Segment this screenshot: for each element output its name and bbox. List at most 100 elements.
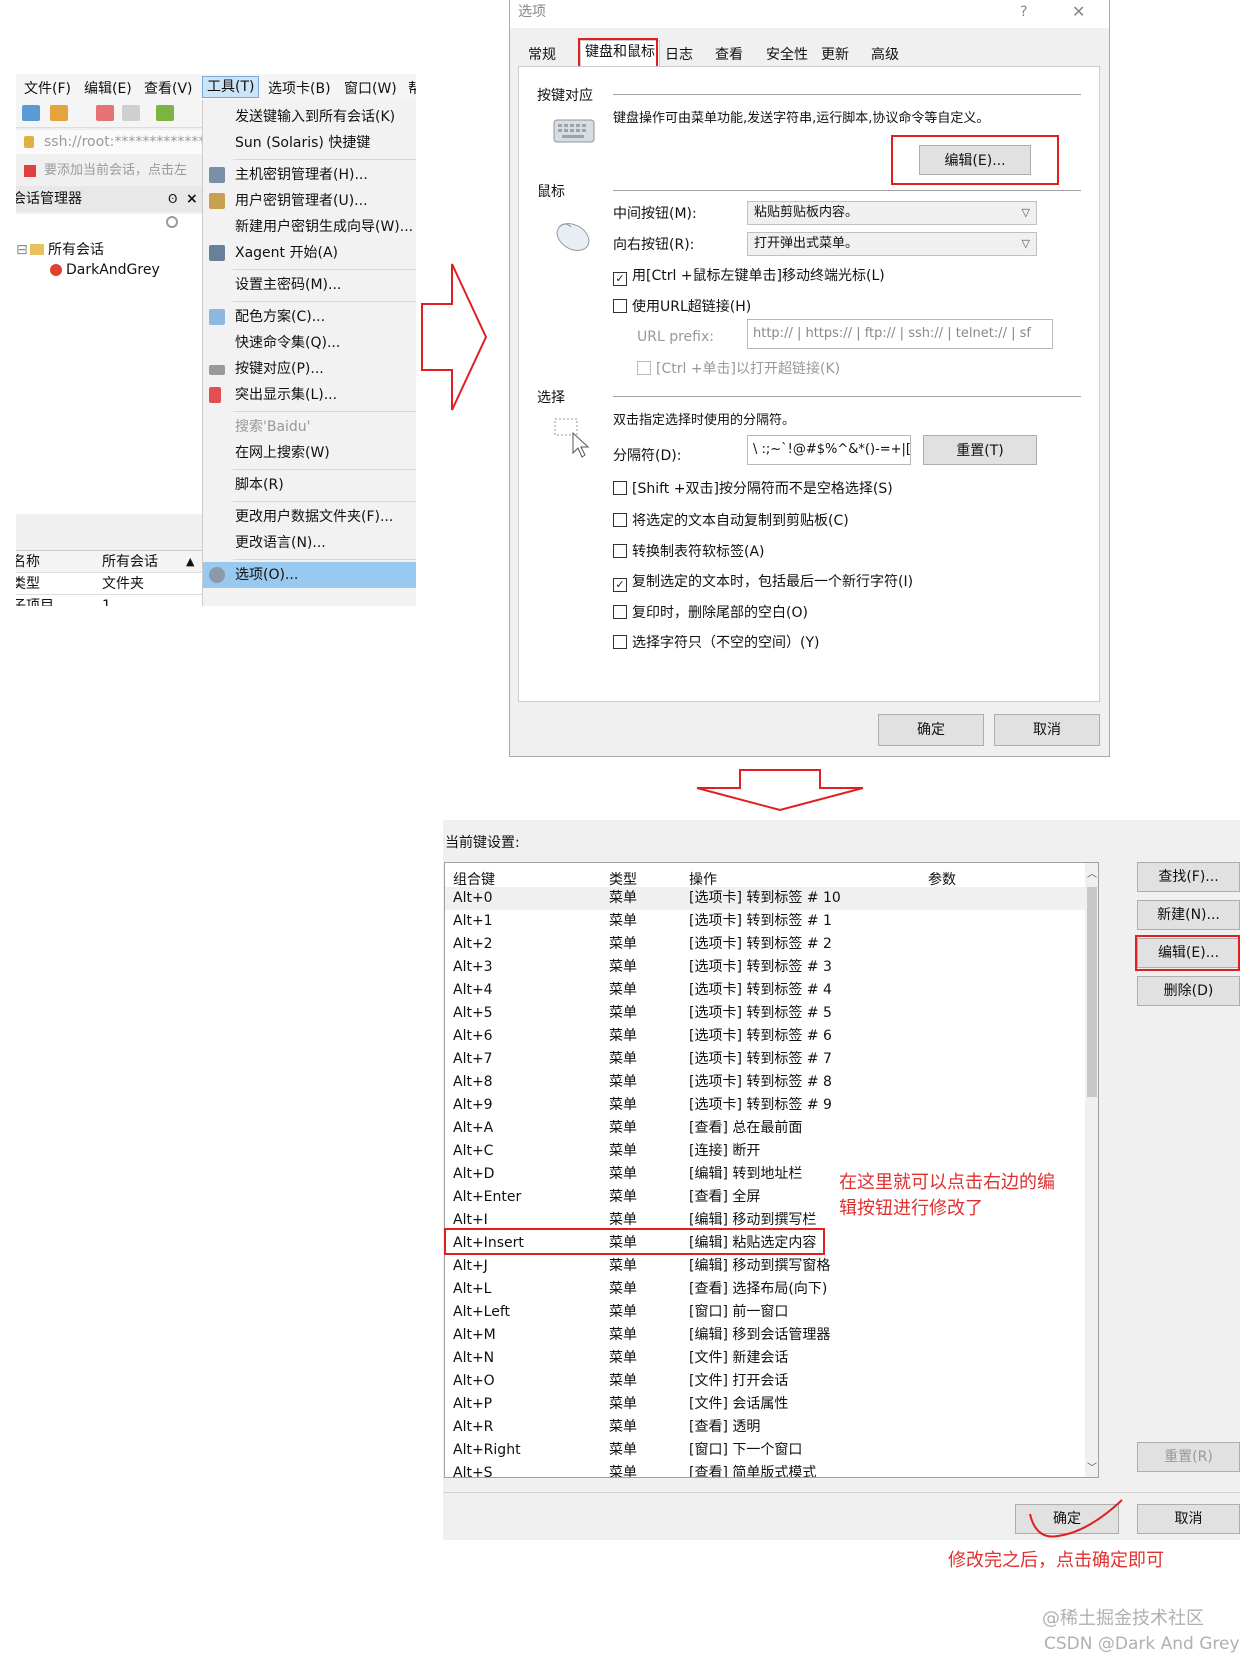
column-header-params[interactable]: 参数: [928, 869, 956, 889]
delimiter-input[interactable]: \ :;~`!@#$%^&*()-=+|[]{}: [747, 435, 911, 465]
middle-button-select[interactable]: 粘贴剪贴板内容。 ▽: [747, 201, 1037, 225]
table-row[interactable]: Alt+9 菜单 [选项卡] 转到标签 # 9: [445, 1094, 1085, 1117]
row-action: [选项卡] 转到标签 # 6: [689, 1028, 832, 1044]
menu-item-user-keys[interactable]: 用户密钥管理者(U)...: [203, 188, 416, 214]
menu-window[interactable]: 窗口(W): [344, 78, 397, 98]
menu-item-host-keys[interactable]: 主机密钥管理者(H)...: [203, 162, 416, 188]
search-icon[interactable]: [166, 216, 178, 228]
table-row[interactable]: Alt+L 菜单 [查看] 选择布局(向下): [445, 1278, 1085, 1301]
scroll-down-icon[interactable]: ﹀: [1087, 1459, 1097, 1474]
table-row[interactable]: Alt+0 菜单 [选项卡] 转到标签 # 10: [445, 887, 1085, 910]
menu-edit[interactable]: 编辑(E): [84, 78, 132, 98]
menu-view[interactable]: 查看(V): [144, 78, 193, 98]
delete-button[interactable]: 删除(D): [1137, 976, 1240, 1006]
tab-general[interactable]: 常规: [524, 44, 560, 66]
table-row[interactable]: Alt+1 菜单 [选项卡] 转到标签 # 1: [445, 910, 1085, 933]
new-session-icon[interactable]: [22, 105, 40, 121]
menu-item-xagent[interactable]: Xagent 开始(A): [203, 240, 416, 266]
ctrl-click-checkbox[interactable]: ✓ 用[Ctrl +鼠标左键单击]移动终端光标(L): [613, 268, 885, 286]
close-icon[interactable]: ×: [186, 186, 198, 212]
table-row[interactable]: Alt+6 菜单 [选项卡] 转到标签 # 6: [445, 1025, 1085, 1048]
auto-copy-checkbox[interactable]: 将选定的文本自动复制到剪贴板(C): [613, 513, 849, 529]
menu-item-script[interactable]: 脚本(R): [203, 472, 416, 498]
include-newline-checkbox[interactable]: ✓ 复制选定的文本时，包括最后一个新行字符(I): [613, 574, 913, 592]
new-button[interactable]: 新建(N)...: [1137, 900, 1240, 930]
table-row[interactable]: Alt+3 菜单 [选项卡] 转到标签 # 3: [445, 956, 1085, 979]
address-bar[interactable]: ssh://root:**************: [16, 130, 202, 154]
menu-item-user-data-folder[interactable]: 更改用户数据文件夹(F)...: [203, 504, 416, 530]
menu-item-key-wizard[interactable]: 新建用户密钥生成向导(W)...: [203, 214, 416, 240]
help-button[interactable]: ?: [1020, 0, 1027, 24]
table-row[interactable]: Alt+J 菜单 [编辑] 移动到撰写窗格: [445, 1255, 1085, 1278]
disconnect-icon[interactable]: [122, 105, 140, 121]
table-row[interactable]: Alt+S 菜单 [查看] 简单版式模式: [445, 1462, 1085, 1477]
cancel-button[interactable]: 取消: [994, 714, 1100, 746]
menu-item-web-search[interactable]: 在网上搜索(W): [203, 440, 416, 466]
close-button[interactable]: ✕: [1072, 0, 1085, 24]
delimiter-reset-button[interactable]: 重置(T): [923, 435, 1037, 465]
menu-item-color-scheme[interactable]: 配色方案(C)...: [203, 304, 416, 330]
menu-help[interactable]: 帮: [408, 78, 416, 98]
row-type: 菜单: [609, 1143, 637, 1159]
menu-item-master-password[interactable]: 设置主密码(M)...: [203, 272, 416, 298]
ok-button[interactable]: 确定: [878, 714, 984, 746]
table-row[interactable]: Alt+8 菜单 [选项卡] 转到标签 # 8: [445, 1071, 1085, 1094]
table-row[interactable]: Alt+2 菜单 [选项卡] 转到标签 # 2: [445, 933, 1085, 956]
row-key: Alt+1: [453, 913, 493, 929]
row-key: Alt+P: [453, 1396, 493, 1412]
tab-view[interactable]: 查看: [711, 44, 747, 66]
menu-item-options[interactable]: 选项(O)...: [203, 562, 416, 588]
menu-item-language[interactable]: 更改语言(N)...: [203, 530, 416, 556]
menu-file[interactable]: 文件(F): [24, 78, 71, 98]
right-button-select[interactable]: 打开弹出式菜单。 ▽: [747, 232, 1037, 256]
table-row[interactable]: Alt+A 菜单 [查看] 总在最前面: [445, 1117, 1085, 1140]
trim-trailing-checkbox[interactable]: 复印时，删除尾部的空白(O): [613, 605, 808, 621]
menu-tabs[interactable]: 选项卡(B): [268, 78, 331, 98]
menu-item-send-keys[interactable]: 发送键输入到所有会话(K): [203, 104, 416, 130]
table-row[interactable]: Alt+P 菜单 [文件] 会话属性: [445, 1393, 1085, 1416]
tree-item-session[interactable]: DarkAndGrey: [46, 260, 202, 280]
table-row[interactable]: Alt+5 菜单 [选项卡] 转到标签 # 5: [445, 1002, 1085, 1025]
tab-advanced[interactable]: 高级: [867, 44, 903, 66]
table-row[interactable]: Alt+4 菜单 [选项卡] 转到标签 # 4: [445, 979, 1085, 1002]
table-row[interactable]: Alt+R 菜单 [查看] 透明: [445, 1416, 1085, 1439]
url-hyperlink-checkbox[interactable]: 使用URL超链接(H): [613, 299, 751, 315]
url-prefix-input[interactable]: http:// | https:// | ftp:// | ssh:// | t…: [747, 319, 1053, 349]
column-header-action[interactable]: 操作: [689, 869, 717, 889]
scroll-up-icon[interactable]: ▲: [186, 551, 194, 573]
table-row[interactable]: Alt+Right 菜单 [窗口] 下一个窗口: [445, 1439, 1085, 1462]
table-row[interactable]: Alt+C 菜单 [连接] 断开: [445, 1140, 1085, 1163]
tab-log[interactable]: 日志: [661, 44, 697, 66]
scroll-up-icon[interactable]: ︿: [1087, 865, 1097, 880]
menu-item-key-mapping[interactable]: 按键对应(P)...: [203, 356, 416, 382]
tab-convert-checkbox[interactable]: 转换制表符软标签(A): [613, 544, 765, 560]
table-row[interactable]: Alt+N 菜单 [文件] 新建会话: [445, 1347, 1085, 1370]
nonblank-select-checkbox[interactable]: 选择字符只（不空的空间）(Y): [613, 635, 819, 651]
menu-item-quick-commands[interactable]: 快速命令集(Q)...: [203, 330, 416, 356]
menu-item-highlight-sets[interactable]: 突出显示集(L)...: [203, 382, 416, 408]
cancel-button[interactable]: 取消: [1137, 1504, 1240, 1534]
scrollbar-thumb[interactable]: [1087, 887, 1097, 1097]
tree-item-all-sessions[interactable]: ⊟ 所有会话: [16, 240, 202, 260]
table-row[interactable]: Alt+O 菜单 [文件] 打开会话: [445, 1370, 1085, 1393]
open-folder-icon[interactable]: [50, 105, 68, 121]
tab-update[interactable]: 更新: [817, 44, 853, 66]
menu-item-search-baidu[interactable]: 搜索'Baidu': [203, 414, 416, 440]
find-button[interactable]: 查找(F)...: [1137, 862, 1240, 892]
column-header-key[interactable]: 组合键: [453, 869, 495, 889]
column-header-type[interactable]: 类型: [609, 869, 637, 889]
ctrl-open-link-checkbox[interactable]: [Ctrl +单击]以打开超链接(K): [637, 361, 840, 377]
reset-button[interactable]: 重置(R): [1137, 1442, 1240, 1472]
shift-double-click-checkbox[interactable]: [Shift +双击]按分隔符而不是空格选择(S): [613, 481, 893, 497]
table-row[interactable]: Alt+7 菜单 [选项卡] 转到标签 # 7: [445, 1048, 1085, 1071]
table-row[interactable]: Alt+M 菜单 [编辑] 移到会话管理器: [445, 1324, 1085, 1347]
scrollbar[interactable]: ︿ ﹀: [1085, 863, 1098, 1477]
tab-security[interactable]: 安全性: [762, 44, 812, 66]
row-type: 菜单: [609, 1373, 637, 1389]
table-row[interactable]: Alt+Left 菜单 [窗口] 前一窗口: [445, 1301, 1085, 1324]
menu-tools[interactable]: 工具(T): [202, 76, 260, 98]
pin-icon[interactable]: ʘ: [168, 186, 177, 212]
menu-item-sun-keys[interactable]: Sun (Solaris) 快捷键: [203, 130, 416, 156]
properties-icon[interactable]: [156, 105, 174, 121]
connect-icon[interactable]: [96, 105, 114, 121]
